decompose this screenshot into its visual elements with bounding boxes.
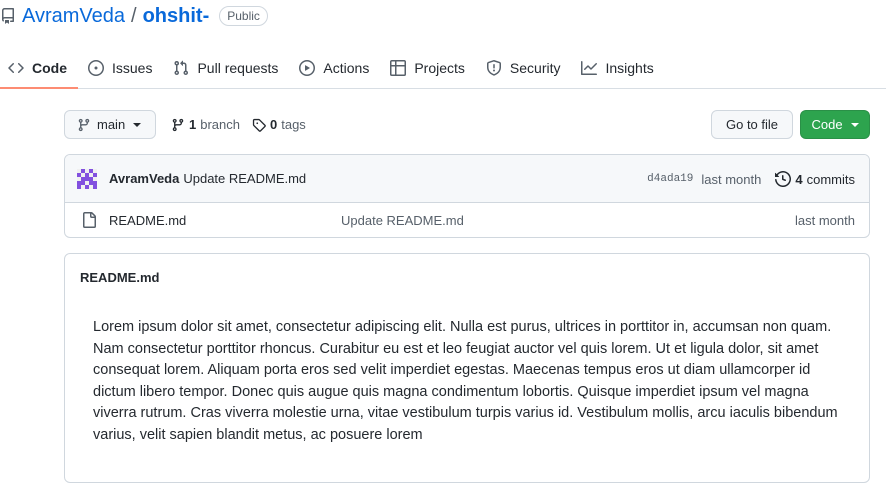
go-to-file-button[interactable]: Go to file xyxy=(711,110,793,139)
table-icon xyxy=(390,60,407,76)
repo-owner-link[interactable]: AvramVeda xyxy=(22,5,125,28)
code-dropdown-button[interactable]: Code xyxy=(800,110,870,139)
pull-request-icon xyxy=(174,60,189,76)
graph-icon xyxy=(581,61,598,75)
tag-count: 0 xyxy=(270,117,278,132)
tab-actions[interactable]: Actions xyxy=(291,48,380,88)
shield-icon xyxy=(486,60,501,76)
commit-label: commits xyxy=(806,171,855,187)
avatar[interactable] xyxy=(77,168,97,189)
tab-label: Actions xyxy=(323,60,370,76)
tab-issues[interactable]: Issues xyxy=(80,48,163,88)
branch-count: 1 xyxy=(189,117,197,132)
git-branch-icon xyxy=(172,118,184,131)
play-icon xyxy=(299,60,316,76)
commit-sha-link[interactable]: d4ada19 xyxy=(647,173,693,185)
visibility-badge: Public xyxy=(219,6,268,26)
repo-header: AvramVeda / ohshit- Public xyxy=(0,0,886,32)
commit-age: last month xyxy=(701,171,762,187)
readme-title[interactable]: README.md xyxy=(65,254,869,300)
branch-name: main xyxy=(97,117,126,132)
commits-history-link[interactable]: 4 commits xyxy=(775,171,855,187)
tab-insights[interactable]: Insights xyxy=(573,48,664,88)
tag-label: tags xyxy=(281,117,306,132)
file-name-link[interactable]: README.md xyxy=(109,213,341,228)
issue-icon xyxy=(88,60,104,76)
code-button-label: Code xyxy=(811,117,843,132)
tab-pull-requests[interactable]: Pull requests xyxy=(165,48,289,88)
branch-bar: main 1 branch 0 tags Go to file Code xyxy=(64,110,870,139)
path-separator: / xyxy=(131,4,137,27)
branch-label: branch xyxy=(200,117,240,132)
readme-body: Lorem ipsum dolor sit amet, consectetur … xyxy=(93,319,838,443)
file-browser: AvramVeda Update README.md d4ada19 last … xyxy=(64,154,870,238)
latest-commit-row: AvramVeda Update README.md d4ada19 last … xyxy=(65,155,869,203)
tab-label: Insights xyxy=(605,60,654,76)
tab-label: Projects xyxy=(414,60,465,76)
tab-label: Issues xyxy=(112,60,153,76)
tag-icon xyxy=(252,118,266,132)
repo-name-link[interactable]: ohshit- xyxy=(143,5,210,28)
history-icon xyxy=(775,171,792,187)
tab-label: Pull requests xyxy=(197,60,279,76)
file-commit-link[interactable]: Update README.md xyxy=(341,213,464,228)
tab-label: Security xyxy=(509,60,561,76)
chevron-down-icon xyxy=(133,122,142,127)
tab-projects[interactable]: Projects xyxy=(382,48,476,88)
commit-message-link[interactable]: Update README.md xyxy=(183,171,306,186)
chevron-down-icon xyxy=(850,122,859,127)
repo-icon xyxy=(0,8,16,24)
tags-link[interactable]: 0 tags xyxy=(252,110,306,139)
file-icon xyxy=(81,212,97,228)
file-row[interactable]: README.md Update README.md last month xyxy=(65,203,869,237)
file-age: last month xyxy=(795,212,855,228)
branch-selector-button[interactable]: main xyxy=(64,110,156,139)
branches-link[interactable]: 1 branch xyxy=(171,110,240,139)
readme-panel: README.md Lorem ipsum dolor sit amet, co… xyxy=(64,253,870,483)
git-branch-icon xyxy=(78,118,90,131)
repo-tabs: Code Issues Pull requests Actions Projec… xyxy=(0,48,886,89)
commit-meta: d4ada19 last month 4 commits xyxy=(647,155,855,203)
commit-author-link[interactable]: AvramVeda xyxy=(109,171,179,186)
tab-code[interactable]: Code xyxy=(0,48,78,89)
tab-security[interactable]: Security xyxy=(478,48,572,88)
code-icon xyxy=(8,62,24,74)
tab-label: Code xyxy=(32,60,67,76)
commit-count: 4 xyxy=(795,171,803,187)
